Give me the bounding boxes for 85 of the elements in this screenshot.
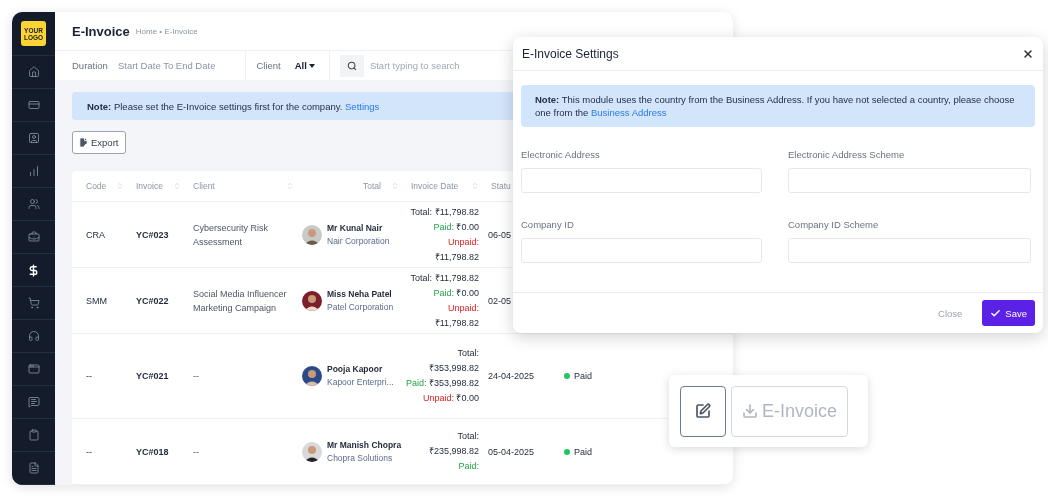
field-label: Electronic Address Scheme (788, 148, 906, 160)
contact-card-icon[interactable] (27, 132, 40, 144)
table-cell-text: -- (192, 445, 200, 459)
input-field[interactable] (521, 168, 762, 193)
caret-icon (308, 63, 315, 68)
edit-icon (695, 403, 711, 419)
field-label: Company ID (521, 218, 575, 230)
close-button[interactable]: Close (938, 307, 963, 319)
duration-label: Duration (72, 60, 108, 72)
table-cell-text: YC#021 (135, 370, 170, 383)
table-cell-text: YC#023 (135, 228, 170, 242)
client-name: Miss Neha Patel (327, 287, 393, 301)
amount-line: Paid: ₹0.00 (432, 220, 479, 234)
card-icon[interactable] (27, 99, 40, 111)
breadcrumb: Home • E-Invoice (135, 26, 198, 36)
note-text: Note: Please set the E-Invoice settings first for the company. Settings (87, 100, 380, 112)
amount-line: Paid: ₹0.00 (432, 286, 479, 300)
headphones-icon[interactable] (27, 330, 40, 342)
page-title: E-Invoice (72, 23, 130, 39)
company-name: Nair Corporation (327, 234, 390, 248)
note-text: Note: This module uses the country from the Business Address. If you have not selected a country, please choose one from the Business Address (535, 94, 1015, 118)
client-name: Pooja Kapoor (327, 363, 384, 376)
cart-icon[interactable] (27, 297, 40, 309)
users-icon[interactable] (27, 198, 40, 210)
search-icon (346, 60, 357, 71)
table-cell-text: -- (85, 445, 93, 459)
company-name: Patel Corporation (327, 300, 394, 314)
table-cell-text: SMM (85, 294, 108, 308)
document-icon[interactable] (27, 462, 40, 474)
input-field[interactable] (788, 238, 1031, 263)
table-cell-text: -- (85, 370, 93, 383)
client-label: Client (256, 60, 281, 72)
amount-line: Total: ₹11,798.82 (409, 271, 479, 285)
dollar-icon[interactable] (27, 263, 40, 277)
client-dropdown[interactable]: All (294, 60, 315, 72)
column-header[interactable]: Code (86, 181, 107, 191)
window-icon[interactable] (27, 363, 40, 375)
settings-link[interactable]: Settings (345, 100, 380, 112)
company-name: Kapoor Enterpri... (327, 376, 394, 389)
column-header[interactable]: Client (193, 181, 215, 191)
status-text: Paid (574, 371, 592, 381)
table-cell-text: 02-05 (487, 294, 513, 308)
table-cell-text: YC#022 (135, 294, 170, 308)
bar-chart-icon[interactable] (27, 165, 40, 177)
client-name: Mr Manish Chopra (327, 438, 402, 452)
date-range-field[interactable]: Start Date To End Date (117, 60, 216, 72)
download-icon (742, 403, 758, 419)
amount-line: Unpaid: ₹0.00 (421, 392, 479, 405)
column-header[interactable]: Invoice Date (411, 181, 459, 191)
file-add-icon (78, 136, 89, 148)
field-label: Electronic Address (521, 148, 601, 160)
table-cell-text: CRA (85, 228, 106, 242)
amount-line: Paid: ₹353,998.82 (405, 377, 479, 390)
save-button[interactable]: Save (982, 300, 1035, 326)
briefcase-icon[interactable] (27, 231, 40, 243)
column-header[interactable]: Statu (491, 181, 511, 191)
table-cell-text: YC#018 (135, 445, 170, 459)
table-cell-text: Social Media Influencer Marketing Campaign (192, 287, 288, 315)
business-address-link[interactable]: Business Address (591, 107, 667, 118)
edit-button[interactable] (680, 385, 726, 437)
clipboard-icon[interactable] (27, 429, 40, 441)
amount-line: Total: ₹353,998.82 (427, 347, 479, 375)
amount-line: Unpaid: ₹11,798.82 (433, 301, 479, 330)
table-cell-text: Cybersecurity Risk Assessment (192, 221, 269, 249)
amount-line: Total: ₹235,998.82 (427, 430, 479, 458)
export-button[interactable]: Export (72, 130, 126, 154)
table-cell-text: 24-04-2025 (487, 370, 536, 383)
input-field[interactable] (788, 168, 1031, 193)
close-icon[interactable] (1022, 47, 1034, 60)
input-field[interactable] (521, 238, 762, 263)
field-label: Company ID Scheme (788, 218, 880, 230)
status-text: Paid (574, 446, 592, 457)
column-header[interactable]: Total (363, 181, 381, 191)
check-icon (990, 307, 1002, 319)
amount-line: Paid: (457, 460, 479, 473)
amount-line: Unpaid: ₹11,798.82 (433, 235, 479, 264)
amount-line: Total: ₹11,798.82 (409, 205, 479, 219)
table-cell-text: -- (192, 370, 200, 383)
column-header[interactable]: Invoice (136, 181, 163, 191)
chat-icon[interactable] (27, 396, 40, 408)
client-name: Mr Kunal Nair (327, 221, 384, 235)
table-cell-text: 06-05 (487, 228, 513, 242)
home-icon[interactable] (27, 66, 40, 78)
table-cell-text: 05-04-2025 (487, 445, 536, 459)
company-name: Chopra Solutions (327, 451, 394, 465)
